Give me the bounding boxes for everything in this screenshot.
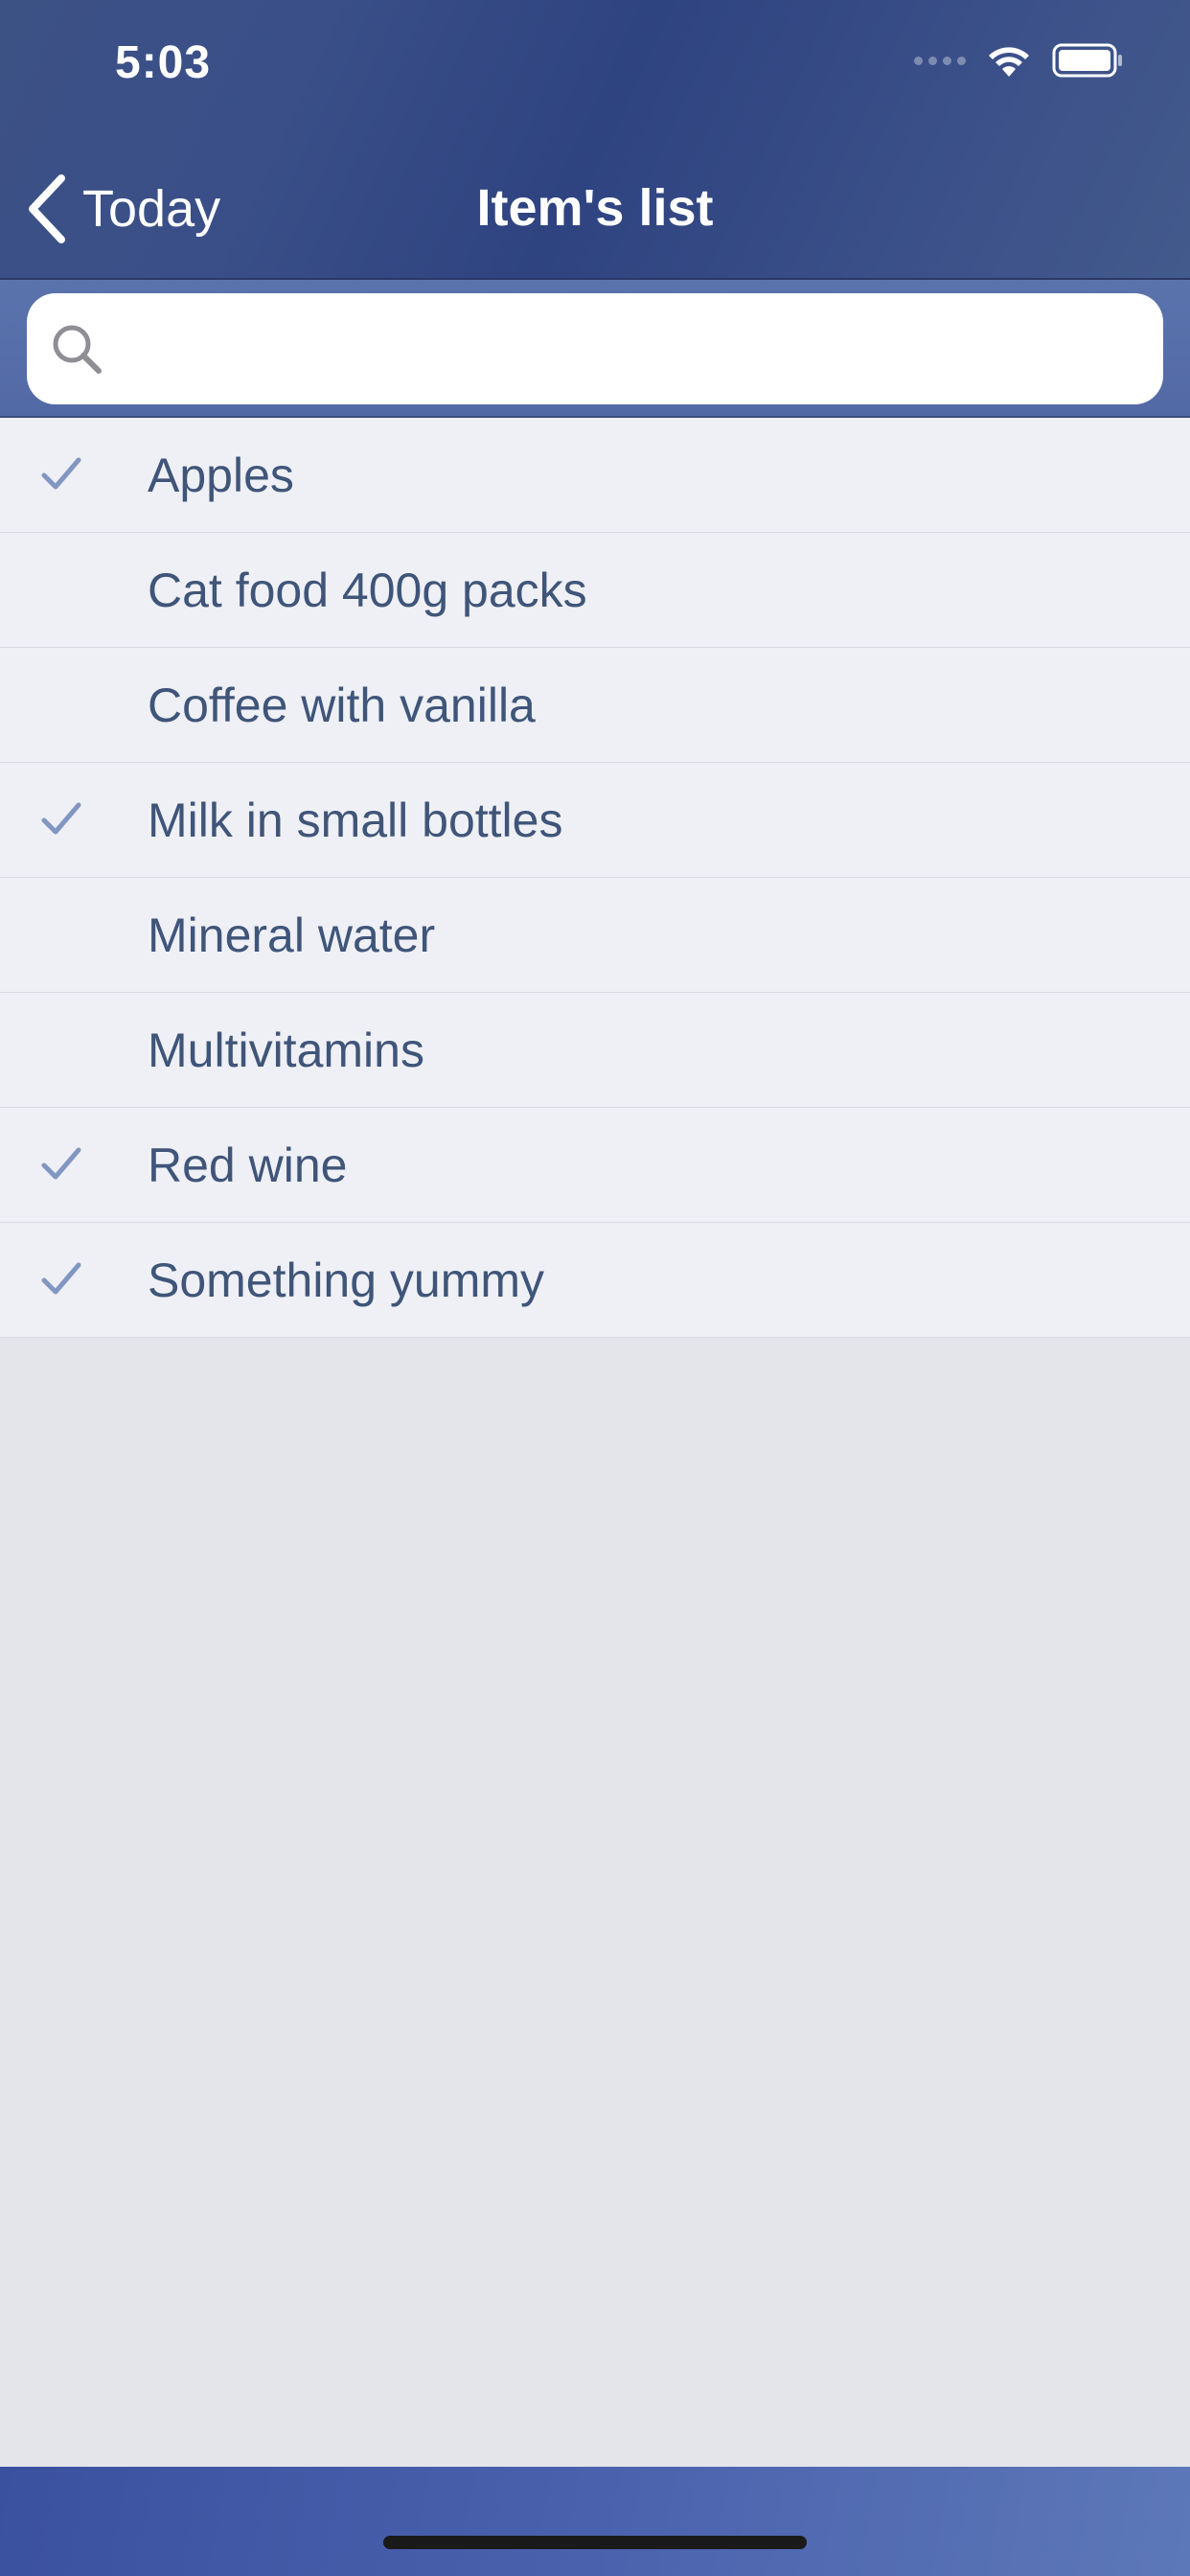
- status-time: 5:03: [115, 37, 212, 88]
- navigation-header: 5:03 Today Item's list: [0, 0, 1190, 280]
- list-item[interactable]: Apples: [0, 418, 1190, 533]
- checkmark-icon: [41, 1262, 81, 1295]
- search-input[interactable]: [105, 292, 1163, 405]
- checkmark-icon: [41, 1147, 81, 1180]
- item-label: Something yummy: [148, 1253, 545, 1307]
- status-indicators: [914, 42, 1125, 79]
- search-bar: [0, 280, 1190, 418]
- item-label: Cat food 400g packs: [148, 563, 587, 617]
- item-label: Red wine: [148, 1138, 348, 1192]
- home-indicator[interactable]: [383, 2536, 807, 2549]
- list-item[interactable]: Something yummy: [0, 1223, 1190, 1338]
- search-icon: [53, 325, 102, 374]
- signal-icon: [914, 56, 966, 65]
- item-label: Coffee with vanilla: [148, 678, 536, 732]
- item-label: Apples: [148, 448, 294, 502]
- item-label: Multivitamins: [148, 1023, 424, 1077]
- items-list: Apples Cat food 400g packs Coffee with v…: [0, 418, 1190, 1338]
- battery-icon: [1052, 43, 1122, 78]
- list-item[interactable]: Cat food 400g packs: [0, 533, 1190, 648]
- item-label: Mineral water: [148, 908, 436, 962]
- back-button-label: Today: [82, 180, 221, 238]
- list-item[interactable]: Mineral water: [0, 878, 1190, 993]
- bottom-bar: [0, 2467, 1190, 2576]
- search-field[interactable]: [27, 292, 1163, 405]
- checkmark-icon: [41, 802, 81, 835]
- back-button[interactable]: Today: [25, 171, 220, 247]
- chevron-left-icon: [29, 174, 65, 243]
- list-item[interactable]: Coffee with vanilla: [0, 648, 1190, 763]
- list-item[interactable]: Multivitamins: [0, 993, 1190, 1108]
- list-item[interactable]: Milk in small bottles: [0, 763, 1190, 878]
- wifi-icon: [989, 47, 1029, 77]
- item-label: Milk in small bottles: [148, 793, 563, 847]
- list-item[interactable]: Red wine: [0, 1108, 1190, 1223]
- checkmark-icon: [41, 457, 81, 490]
